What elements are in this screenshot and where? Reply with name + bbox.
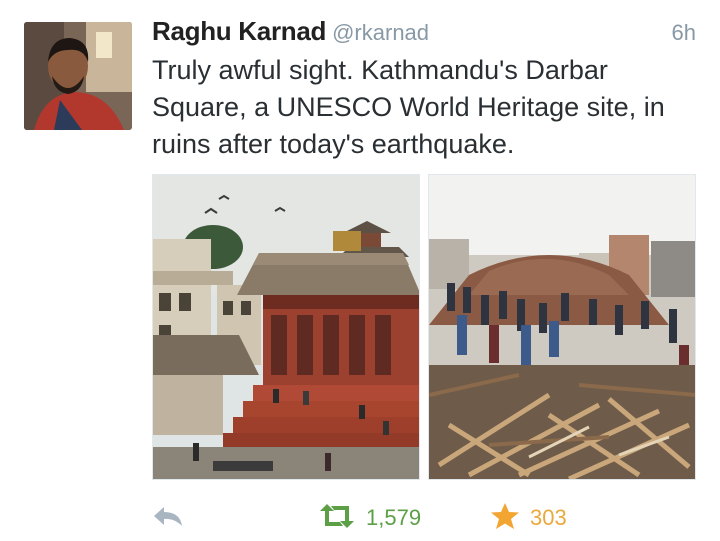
retweet-count: 1,579 (366, 505, 422, 530)
tweet-photo-temple[interactable] (152, 174, 420, 480)
tweet-header: Raghu Karnad @rkarnad 6h (152, 16, 696, 50)
tweet-actions: 1,579 303 (152, 498, 692, 538)
reply-icon (152, 504, 184, 533)
retweet-icon (318, 503, 356, 534)
reply-button[interactable] (152, 498, 184, 538)
star-icon (490, 502, 520, 535)
author-handle[interactable]: @rkarnad (332, 20, 429, 45)
tweet-text: Truly awful sight. Kathmandu's Darbar Sq… (152, 55, 665, 159)
tweet-photo-ruins[interactable] (428, 174, 696, 480)
retweet-button[interactable]: 1,579 (318, 498, 421, 538)
author-name[interactable]: Raghu Karnad (152, 16, 326, 46)
timestamp[interactable]: 6h (672, 20, 696, 46)
favorite-button[interactable]: 303 (490, 498, 567, 538)
favorite-count: 303 (530, 505, 567, 530)
avatar[interactable] (24, 22, 132, 130)
